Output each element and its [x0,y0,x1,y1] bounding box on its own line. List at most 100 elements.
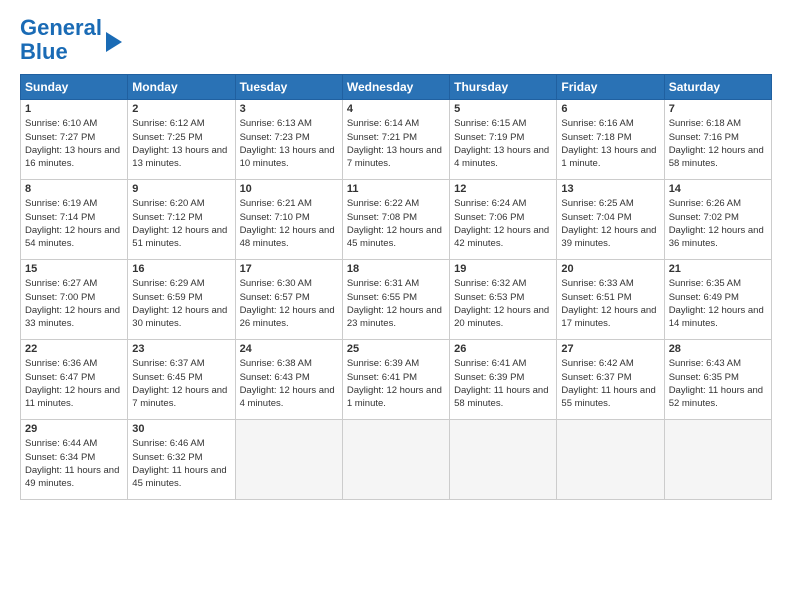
daylight-label: Daylight: 11 hours and 45 minutes. [132,465,226,489]
calendar-cell: 9 Sunrise: 6:20 AM Sunset: 7:12 PM Dayli… [128,180,235,260]
daylight-label: Daylight: 12 hours and 17 minutes. [561,305,656,329]
calendar-week-row: 8 Sunrise: 6:19 AM Sunset: 7:14 PM Dayli… [21,180,772,260]
sunrise-label: Sunrise: 6:16 AM [561,118,633,129]
calendar-cell: 11 Sunrise: 6:22 AM Sunset: 7:08 PM Dayl… [342,180,449,260]
sunset-label: Sunset: 7:04 PM [561,212,631,223]
day-number: 29 [25,423,123,435]
sunset-label: Sunset: 6:53 PM [454,292,524,303]
calendar-cell: 20 Sunrise: 6:33 AM Sunset: 6:51 PM Dayl… [557,260,664,340]
sunset-label: Sunset: 6:55 PM [347,292,417,303]
calendar-cell: 1 Sunrise: 6:10 AM Sunset: 7:27 PM Dayli… [21,100,128,180]
sunrise-label: Sunrise: 6:42 AM [561,358,633,369]
sunrise-label: Sunrise: 6:19 AM [25,198,97,209]
day-info: Sunrise: 6:16 AM Sunset: 7:18 PM Dayligh… [561,117,659,170]
day-number: 27 [561,343,659,355]
day-info: Sunrise: 6:25 AM Sunset: 7:04 PM Dayligh… [561,197,659,250]
calendar-cell: 28 Sunrise: 6:43 AM Sunset: 6:35 PM Dayl… [664,340,771,420]
day-number: 4 [347,103,445,115]
sunrise-label: Sunrise: 6:21 AM [240,198,312,209]
day-number: 22 [25,343,123,355]
daylight-label: Daylight: 12 hours and 42 minutes. [454,225,549,249]
day-number: 12 [454,183,552,195]
calendar-cell: 18 Sunrise: 6:31 AM Sunset: 6:55 PM Dayl… [342,260,449,340]
daylight-label: Daylight: 12 hours and 7 minutes. [132,385,227,409]
calendar-header-row: SundayMondayTuesdayWednesdayThursdayFrid… [21,75,772,100]
calendar-cell: 14 Sunrise: 6:26 AM Sunset: 7:02 PM Dayl… [664,180,771,260]
day-info: Sunrise: 6:20 AM Sunset: 7:12 PM Dayligh… [132,197,230,250]
calendar-header-saturday: Saturday [664,75,771,100]
daylight-label: Daylight: 12 hours and 48 minutes. [240,225,335,249]
sunrise-label: Sunrise: 6:10 AM [25,118,97,129]
sunrise-label: Sunrise: 6:24 AM [454,198,526,209]
sunrise-label: Sunrise: 6:26 AM [669,198,741,209]
sunset-label: Sunset: 7:14 PM [25,212,95,223]
day-info: Sunrise: 6:12 AM Sunset: 7:25 PM Dayligh… [132,117,230,170]
calendar-week-row: 29 Sunrise: 6:44 AM Sunset: 6:34 PM Dayl… [21,420,772,500]
sunset-label: Sunset: 7:02 PM [669,212,739,223]
calendar-cell: 29 Sunrise: 6:44 AM Sunset: 6:34 PM Dayl… [21,420,128,500]
calendar-cell: 6 Sunrise: 6:16 AM Sunset: 7:18 PM Dayli… [557,100,664,180]
daylight-label: Daylight: 12 hours and 4 minutes. [240,385,335,409]
calendar-week-row: 22 Sunrise: 6:36 AM Sunset: 6:47 PM Dayl… [21,340,772,420]
daylight-label: Daylight: 12 hours and 39 minutes. [561,225,656,249]
day-number: 1 [25,103,123,115]
calendar-cell: 19 Sunrise: 6:32 AM Sunset: 6:53 PM Dayl… [450,260,557,340]
day-info: Sunrise: 6:32 AM Sunset: 6:53 PM Dayligh… [454,277,552,330]
calendar-cell: 8 Sunrise: 6:19 AM Sunset: 7:14 PM Dayli… [21,180,128,260]
logo-blue: Blue [20,40,102,64]
daylight-label: Daylight: 13 hours and 4 minutes. [454,145,549,169]
calendar-header-wednesday: Wednesday [342,75,449,100]
calendar-cell: 22 Sunrise: 6:36 AM Sunset: 6:47 PM Dayl… [21,340,128,420]
day-number: 19 [454,263,552,275]
sunset-label: Sunset: 7:10 PM [240,212,310,223]
sunset-label: Sunset: 6:37 PM [561,372,631,383]
calendar-cell: 21 Sunrise: 6:35 AM Sunset: 6:49 PM Dayl… [664,260,771,340]
daylight-label: Daylight: 12 hours and 45 minutes. [347,225,442,249]
day-info: Sunrise: 6:29 AM Sunset: 6:59 PM Dayligh… [132,277,230,330]
calendar-cell: 26 Sunrise: 6:41 AM Sunset: 6:39 PM Dayl… [450,340,557,420]
sunset-label: Sunset: 6:47 PM [25,372,95,383]
day-info: Sunrise: 6:18 AM Sunset: 7:16 PM Dayligh… [669,117,767,170]
sunset-label: Sunset: 7:27 PM [25,132,95,143]
calendar-header-monday: Monday [128,75,235,100]
sunset-label: Sunset: 6:34 PM [25,452,95,463]
sunset-label: Sunset: 6:51 PM [561,292,631,303]
sunrise-label: Sunrise: 6:35 AM [669,278,741,289]
sunset-label: Sunset: 7:25 PM [132,132,202,143]
day-number: 28 [669,343,767,355]
sunset-label: Sunset: 6:43 PM [240,372,310,383]
calendar-cell [557,420,664,500]
sunrise-label: Sunrise: 6:27 AM [25,278,97,289]
sunrise-label: Sunrise: 6:12 AM [132,118,204,129]
sunrise-label: Sunrise: 6:41 AM [454,358,526,369]
day-info: Sunrise: 6:35 AM Sunset: 6:49 PM Dayligh… [669,277,767,330]
day-info: Sunrise: 6:41 AM Sunset: 6:39 PM Dayligh… [454,357,552,410]
logo-arrow-icon [106,32,122,52]
calendar-cell: 12 Sunrise: 6:24 AM Sunset: 7:06 PM Dayl… [450,180,557,260]
sunset-label: Sunset: 7:18 PM [561,132,631,143]
daylight-label: Daylight: 13 hours and 13 minutes. [132,145,227,169]
daylight-label: Daylight: 12 hours and 51 minutes. [132,225,227,249]
calendar-cell: 30 Sunrise: 6:46 AM Sunset: 6:32 PM Dayl… [128,420,235,500]
sunset-label: Sunset: 7:06 PM [454,212,524,223]
daylight-label: Daylight: 12 hours and 23 minutes. [347,305,442,329]
sunset-label: Sunset: 6:45 PM [132,372,202,383]
day-number: 13 [561,183,659,195]
sunrise-label: Sunrise: 6:36 AM [25,358,97,369]
sunrise-label: Sunrise: 6:37 AM [132,358,204,369]
day-info: Sunrise: 6:38 AM Sunset: 6:43 PM Dayligh… [240,357,338,410]
calendar-cell: 17 Sunrise: 6:30 AM Sunset: 6:57 PM Dayl… [235,260,342,340]
day-info: Sunrise: 6:46 AM Sunset: 6:32 PM Dayligh… [132,437,230,490]
calendar-cell [664,420,771,500]
calendar-cell: 3 Sunrise: 6:13 AM Sunset: 7:23 PM Dayli… [235,100,342,180]
day-info: Sunrise: 6:43 AM Sunset: 6:35 PM Dayligh… [669,357,767,410]
daylight-label: Daylight: 11 hours and 55 minutes. [561,385,655,409]
calendar-header-tuesday: Tuesday [235,75,342,100]
sunset-label: Sunset: 7:19 PM [454,132,524,143]
day-number: 11 [347,183,445,195]
sunset-label: Sunset: 7:21 PM [347,132,417,143]
calendar-cell [450,420,557,500]
day-info: Sunrise: 6:24 AM Sunset: 7:06 PM Dayligh… [454,197,552,250]
sunset-label: Sunset: 7:12 PM [132,212,202,223]
day-number: 8 [25,183,123,195]
